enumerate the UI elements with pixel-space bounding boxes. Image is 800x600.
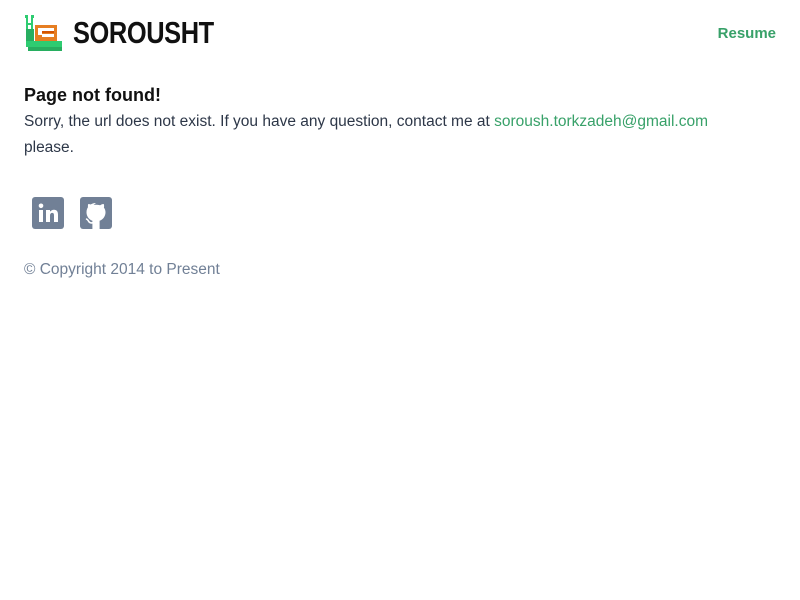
brand-name: SOROUSHT — [73, 15, 214, 50]
footer-copyright: © Copyright 2014 to Present — [24, 261, 220, 278]
github-icon — [80, 197, 112, 229]
message-prefix: Sorry, the url does not exist. If you ha… — [24, 113, 495, 130]
message-suffix: please. — [24, 139, 74, 156]
not-found-message: Sorry, the url does not exist. If you ha… — [24, 109, 744, 161]
site-header: SOROUSHT Resume — [24, 10, 776, 56]
linkedin-icon — [32, 197, 64, 229]
social-links — [32, 197, 112, 229]
page: SOROUSHT Resume Page not found! Sorry, t… — [0, 0, 800, 600]
email-link[interactable]: soroush.torkzadeh@gmail.com — [494, 113, 708, 130]
snail-logo-icon — [25, 15, 62, 51]
github-link[interactable] — [80, 197, 112, 229]
page-title: Page not found! — [24, 85, 161, 105]
brand-home-link[interactable]: SOROUSHT — [24, 10, 245, 56]
linkedin-link[interactable] — [32, 197, 64, 229]
resume-link[interactable]: Resume — [718, 25, 776, 42]
